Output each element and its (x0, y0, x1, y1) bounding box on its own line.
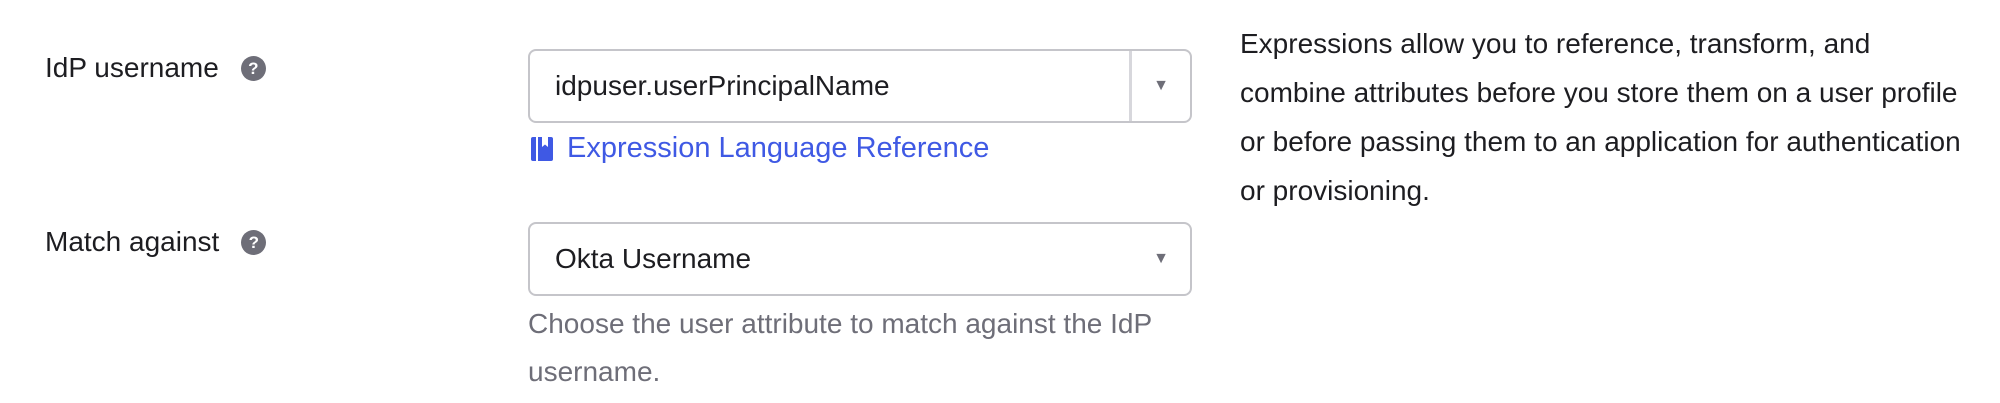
match-against-hint: Choose the user attribute to match again… (528, 308, 1152, 387)
idp-username-label: IdP username (45, 52, 219, 83)
expression-language-reference-label[interactable]: Expression Language Reference (567, 132, 989, 165)
match-against-selected-value[interactable]: Okta Username (530, 243, 1132, 275)
idp-username-expression-combobox[interactable]: idpuser.userPrincipalName ▼ (528, 49, 1192, 123)
book-icon (531, 136, 553, 161)
chevron-down-icon[interactable]: ▼ (1132, 250, 1190, 268)
expressions-description: Expressions allow you to reference, tran… (1240, 28, 1961, 206)
expression-language-reference-link[interactable]: Expression Language Reference (531, 132, 989, 165)
chevron-down-icon[interactable]: ▼ (1132, 77, 1190, 95)
match-against-select[interactable]: Okta Username ▼ (528, 222, 1192, 296)
idp-username-label-row: IdP username ? (45, 52, 266, 84)
match-against-label: Match against (45, 226, 220, 257)
help-icon[interactable]: ? (240, 55, 266, 81)
idp-username-value[interactable]: idpuser.userPrincipalName (530, 70, 1129, 102)
match-against-label-row: Match against ? (45, 226, 267, 258)
help-icon[interactable]: ? (241, 229, 267, 255)
